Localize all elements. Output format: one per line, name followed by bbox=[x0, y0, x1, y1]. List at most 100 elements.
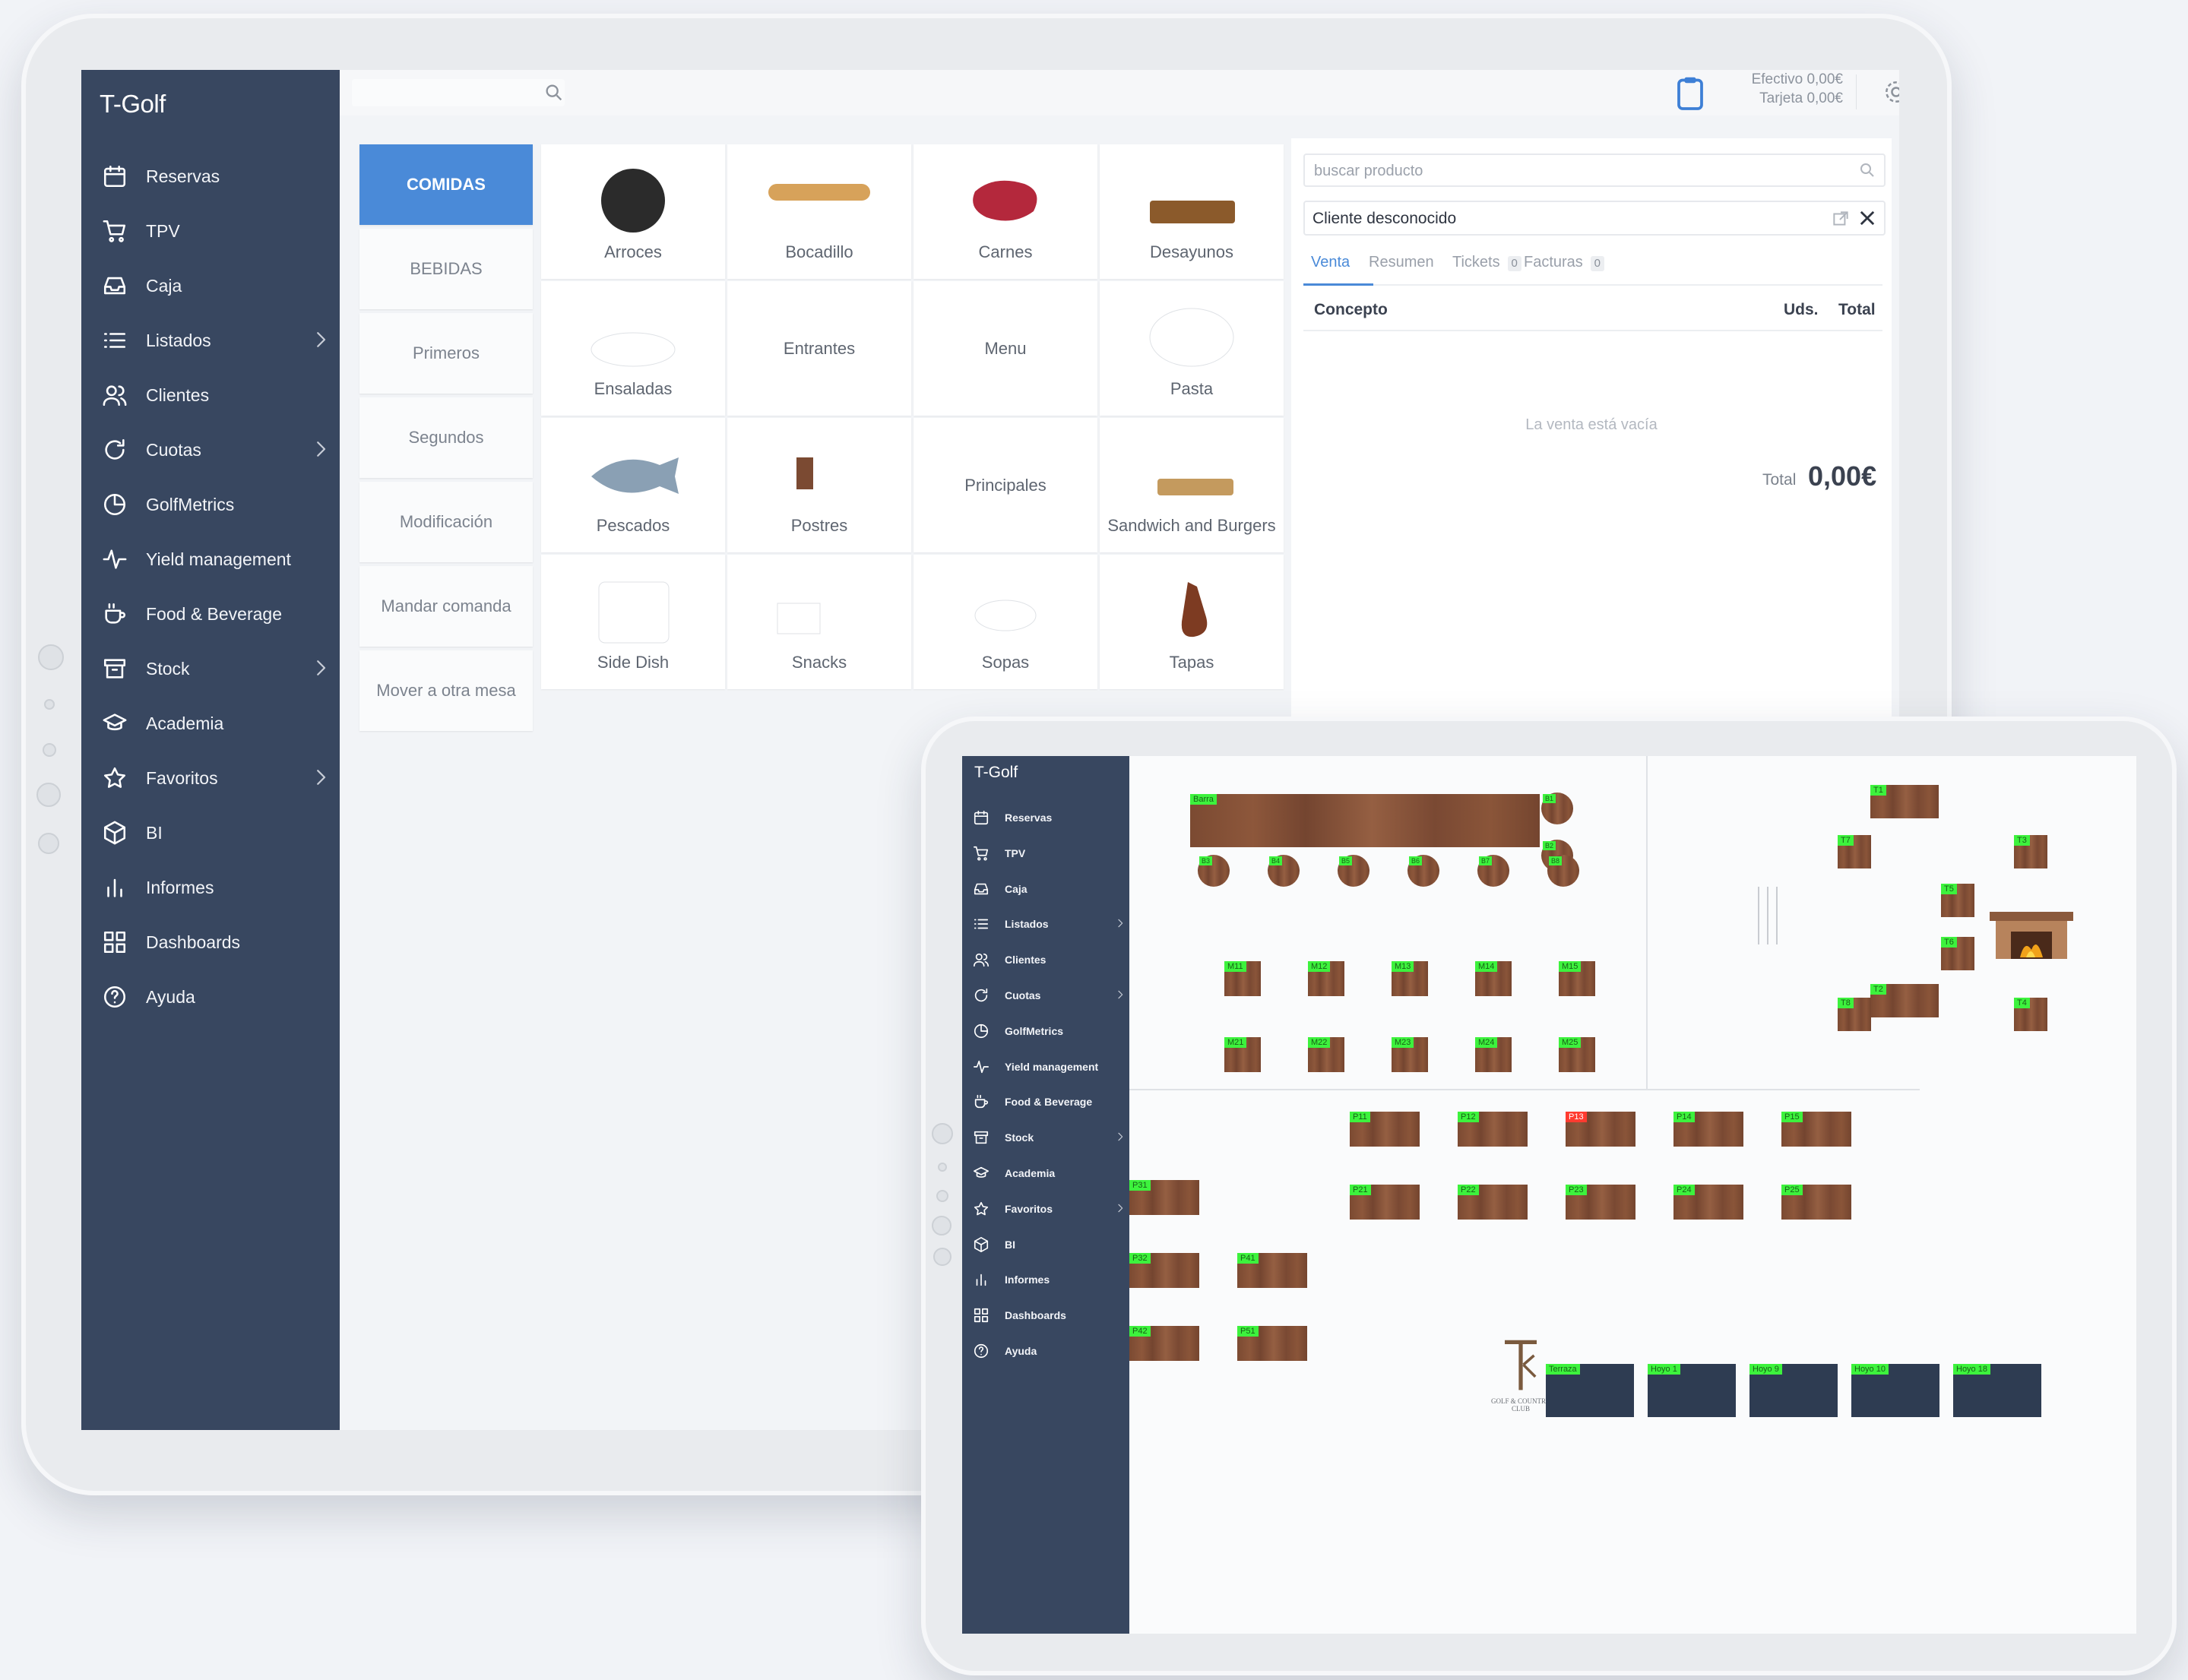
product-postres[interactable]: Postres bbox=[727, 418, 911, 552]
floor-table[interactable]: Hoyo 1 bbox=[1648, 1364, 1736, 1417]
client-field[interactable]: Cliente desconocido bbox=[1303, 201, 1886, 236]
bar-stool[interactable]: B7 bbox=[1477, 855, 1509, 887]
floor-table[interactable]: M25 bbox=[1559, 1037, 1595, 1072]
floor-table[interactable]: T5 bbox=[1941, 884, 1974, 917]
product-carnes[interactable]: Carnes bbox=[914, 144, 1097, 279]
sidebar-item-food-beverage[interactable]: Food & Beverage bbox=[81, 587, 340, 641]
floor-table[interactable]: T6 bbox=[1941, 937, 1974, 970]
product-pescados[interactable]: Pescados bbox=[541, 418, 725, 552]
floor-table[interactable]: M15 bbox=[1559, 961, 1595, 996]
bar-stool[interactable]: B3 bbox=[1198, 855, 1230, 887]
floor-table[interactable]: P11 bbox=[1350, 1112, 1420, 1147]
floor-table[interactable]: M11 bbox=[1224, 961, 1261, 996]
external-link-icon[interactable] bbox=[1831, 209, 1851, 229]
floor-table[interactable]: M14 bbox=[1475, 961, 1512, 996]
clipboard-icon[interactable] bbox=[1671, 74, 1709, 112]
sidebar-item-reservas[interactable]: Reservas bbox=[962, 800, 1129, 836]
product-menu[interactable]: Menu bbox=[914, 281, 1097, 416]
floor-table[interactable]: M21 bbox=[1224, 1037, 1261, 1072]
sidebar-item-caja[interactable]: Caja bbox=[962, 872, 1129, 907]
sidebar-item-reservas[interactable]: Reservas bbox=[81, 149, 340, 204]
floor-table[interactable]: T1 bbox=[1870, 785, 1939, 818]
category-modificacion[interactable]: Modificación bbox=[359, 482, 533, 562]
product-side-dish[interactable]: Side Dish bbox=[541, 555, 725, 689]
sidebar-item-bi[interactable]: BI bbox=[962, 1227, 1129, 1263]
floor-table[interactable]: P25 bbox=[1781, 1185, 1851, 1220]
floor-table[interactable]: T3 bbox=[2014, 835, 2047, 868]
product-principales[interactable]: Principales bbox=[914, 418, 1097, 552]
bar-stool[interactable]: B4 bbox=[1268, 855, 1300, 887]
product-tapas[interactable]: Tapas bbox=[1100, 555, 1284, 689]
product-bocadillo[interactable]: Bocadillo bbox=[727, 144, 911, 279]
tab-venta[interactable]: Venta bbox=[1311, 254, 1350, 271]
sidebar-item-food-beverage[interactable]: Food & Beverage bbox=[962, 1084, 1129, 1120]
sidebar-item-informes[interactable]: Informes bbox=[962, 1262, 1129, 1298]
product-ensaladas[interactable]: Ensaladas bbox=[541, 281, 725, 416]
floor-table[interactable]: Hoyo 9 bbox=[1749, 1364, 1838, 1417]
tab-facturas[interactable]: Facturas 0 bbox=[1524, 254, 1604, 271]
sidebar-item-caja[interactable]: Caja bbox=[81, 258, 340, 313]
product-entrantes[interactable]: Entrantes bbox=[727, 281, 911, 416]
category-comidas[interactable]: COMIDAS bbox=[359, 144, 533, 225]
category-bebidas[interactable]: BEBIDAS bbox=[359, 229, 533, 309]
product-snacks[interactable]: Snacks bbox=[727, 555, 911, 689]
floor-table[interactable]: M13 bbox=[1392, 961, 1428, 996]
sidebar-item-cuotas[interactable]: Cuotas bbox=[81, 422, 340, 477]
product-pasta[interactable]: Pasta bbox=[1100, 281, 1284, 416]
sidebar-item-golfmetrics[interactable]: GolfMetrics bbox=[962, 1014, 1129, 1049]
floor-table[interactable]: P23 bbox=[1566, 1185, 1635, 1220]
floor-table[interactable]: Hoyo 18 bbox=[1953, 1364, 2041, 1417]
floor-table[interactable]: P21 bbox=[1350, 1185, 1420, 1220]
category-segundos[interactable]: Segundos bbox=[359, 397, 533, 478]
tab-resumen[interactable]: Resumen bbox=[1369, 254, 1434, 271]
floor-table[interactable]: M22 bbox=[1308, 1037, 1344, 1072]
floor-table[interactable]: P22 bbox=[1458, 1185, 1528, 1220]
floor-table[interactable]: Terraza bbox=[1546, 1364, 1634, 1417]
product-search-input[interactable]: buscar producto bbox=[1303, 153, 1886, 187]
floor-table[interactable]: P24 bbox=[1673, 1185, 1743, 1220]
category-primeros[interactable]: Primeros bbox=[359, 313, 533, 394]
sidebar-item-ayuda[interactable]: Ayuda bbox=[81, 970, 340, 1024]
sidebar-item-academia[interactable]: Academia bbox=[81, 696, 340, 751]
bar-stool[interactable]: B6 bbox=[1407, 855, 1439, 887]
sidebar-item-cuotas[interactable]: Cuotas bbox=[962, 978, 1129, 1014]
bar-counter[interactable]: Barra bbox=[1190, 794, 1540, 847]
floor-table[interactable]: M12 bbox=[1308, 961, 1344, 996]
floor-table[interactable]: M24 bbox=[1475, 1037, 1512, 1072]
floor-table[interactable]: P31 bbox=[1129, 1180, 1199, 1215]
floor-table[interactable]: P15 bbox=[1781, 1112, 1851, 1147]
floor-table[interactable]: P12 bbox=[1458, 1112, 1528, 1147]
sidebar-item-dashboards[interactable]: Dashboards bbox=[962, 1298, 1129, 1334]
sidebar-item-dashboards[interactable]: Dashboards bbox=[81, 915, 340, 970]
floor-table[interactable]: M23 bbox=[1392, 1037, 1428, 1072]
floor-table[interactable]: T7 bbox=[1838, 835, 1871, 868]
sidebar-item-tpv[interactable]: TPV bbox=[962, 836, 1129, 872]
bar-stool[interactable]: B1 bbox=[1541, 793, 1573, 824]
close-icon[interactable] bbox=[1857, 207, 1878, 229]
gear-icon[interactable] bbox=[1882, 78, 1899, 106]
sidebar-item-listados[interactable]: Listados bbox=[81, 313, 340, 368]
product-arroces[interactable]: Arroces bbox=[541, 144, 725, 279]
product-desayunos[interactable]: Desayunos bbox=[1100, 144, 1284, 279]
floor-table[interactable]: P32 bbox=[1129, 1253, 1199, 1288]
sidebar-item-golfmetrics[interactable]: GolfMetrics bbox=[81, 477, 340, 532]
floor-table[interactable]: P51 bbox=[1237, 1326, 1307, 1361]
floor-table[interactable]: P42 bbox=[1129, 1326, 1199, 1361]
sidebar-item-clientes[interactable]: Clientes bbox=[962, 942, 1129, 978]
sidebar-item-favoritos[interactable]: Favoritos bbox=[962, 1191, 1129, 1227]
sidebar-item-clientes[interactable]: Clientes bbox=[81, 368, 340, 422]
floor-table[interactable]: T4 bbox=[2014, 998, 2047, 1031]
global-search[interactable] bbox=[352, 79, 565, 106]
sidebar-item-informes[interactable]: Informes bbox=[81, 860, 340, 915]
bar-stool[interactable]: B8 bbox=[1547, 855, 1579, 887]
floor-table[interactable]: T8 bbox=[1838, 998, 1871, 1031]
sidebar-item-bi[interactable]: BI bbox=[81, 805, 340, 860]
sidebar-item-tpv[interactable]: TPV bbox=[81, 204, 340, 258]
floor-table[interactable]: P41 bbox=[1237, 1253, 1307, 1288]
floor-table[interactable]: Hoyo 10 bbox=[1851, 1364, 1939, 1417]
bar-stool[interactable]: B5 bbox=[1338, 855, 1369, 887]
product-sandwich-and-burgers[interactable]: Sandwich and Burgers bbox=[1100, 418, 1284, 552]
sidebar-item-stock[interactable]: Stock bbox=[962, 1120, 1129, 1156]
tab-tickets[interactable]: Tickets 0 bbox=[1452, 254, 1521, 271]
floor-table[interactable]: P13 bbox=[1566, 1112, 1635, 1147]
